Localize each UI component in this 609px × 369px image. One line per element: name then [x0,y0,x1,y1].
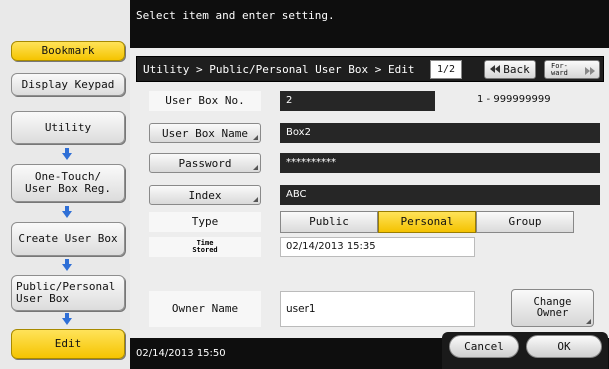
cancel-button[interactable]: Cancel [449,335,519,358]
time-stored-label-cell: Time Stored [149,237,261,257]
nav-utility-button[interactable]: Utility [11,111,125,144]
breadcrumb: Utility > Public/Personal User Box > Edi… [136,56,604,82]
change-owner-button[interactable]: Change Owner [511,289,594,327]
double-right-arrow-icon [585,65,595,78]
settings-panel: Utility > Public/Personal User Box > Edi… [130,48,609,338]
display-keypad-button[interactable]: Display Keypad [11,73,125,96]
nav-edit-button[interactable]: Edit [11,329,125,359]
user-box-no-range: 1 - 999999999 [477,94,551,105]
index-button[interactable]: Index [149,185,261,205]
index-field: ABC [280,185,600,205]
double-left-arrow-icon [490,63,501,76]
back-label: Back [503,63,530,76]
user-box-name-field: Box2 [280,123,600,143]
arrow-down-icon [62,206,72,218]
type-personal-button[interactable]: Personal [378,211,476,233]
arrow-down-icon [62,313,72,325]
owner-name-field: user1 [280,291,475,327]
bookmark-button[interactable]: Bookmark [11,41,125,61]
left-navigation: Bookmark Display Keypad Utility One-Touc… [0,0,130,369]
owner-name-label: Owner Name [149,291,261,327]
current-datetime: 02/14/2013 15:50 [136,348,226,359]
nav-public-personal-button[interactable]: Public/Personal User Box [11,275,125,311]
message-bar: Select item and enter setting. [130,0,609,48]
password-button[interactable]: Password [149,153,261,173]
ok-button[interactable]: OK [526,335,602,358]
forward-button[interactable]: For- ward [544,60,600,79]
type-group-button[interactable]: Group [476,211,574,233]
time-stored-value: 02/14/2013 15:35 [280,237,475,257]
back-button[interactable]: Back [484,60,536,79]
nav-create-user-box-button[interactable]: Create User Box [11,222,125,256]
forward-label: For- ward [551,61,568,77]
password-field: ********** [280,153,600,173]
type-label: Type [149,212,261,232]
type-public-button[interactable]: Public [280,211,378,233]
arrow-down-icon [62,148,72,160]
arrow-down-icon [62,259,72,271]
breadcrumb-text: Utility > Public/Personal User Box > Edi… [143,63,415,76]
user-box-name-button[interactable]: User Box Name [149,123,261,143]
user-box-no-label: User Box No. [149,91,261,111]
nav-one-touch-button[interactable]: One-Touch/ User Box Reg. [11,164,125,202]
copier-panel: Bookmark Display Keypad Utility One-Touc… [0,0,609,369]
action-tab: Cancel OK [442,332,608,369]
page-indicator: 1/2 [430,60,462,79]
instruction-message: Select item and enter setting. [136,9,335,22]
time-stored-label: Time Stored [192,239,218,254]
user-box-no-field: 2 [280,91,435,111]
status-bar: 02/14/2013 15:50 Cancel OK [130,332,609,369]
